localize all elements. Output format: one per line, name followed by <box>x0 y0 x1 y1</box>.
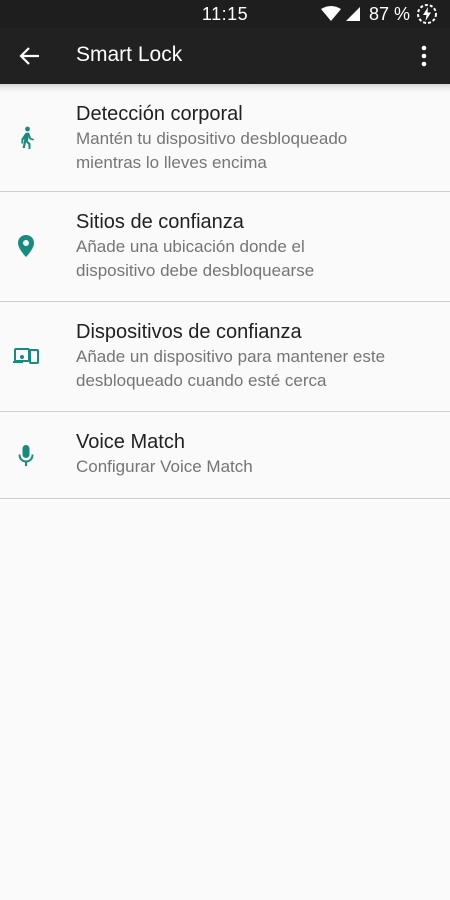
microphone-icon <box>12 442 40 470</box>
battery-percentage: 87 % <box>368 3 410 24</box>
smart-lock-options-list: Detección corporal Mantén tu dispositivo… <box>0 84 450 499</box>
list-item-trusted-places[interactable]: Sitios de confianza Añade una ubicación … <box>0 192 450 302</box>
item-text: Voice Match Configurar Voice Match <box>76 429 438 479</box>
item-title: Sitios de confianza <box>76 211 244 233</box>
app-bar: Smart Lock <box>0 28 450 84</box>
list-item-voice-match[interactable]: Voice Match Configurar Voice Match <box>0 412 450 499</box>
back-arrow-icon <box>19 47 39 65</box>
list-item-trusted-devices[interactable]: Dispositivos de confianza Añade un dispo… <box>0 302 450 412</box>
item-subtitle: Configurar Voice Match <box>76 455 438 479</box>
item-text: Detección corporal Mantén tu dispositivo… <box>76 101 438 175</box>
back-button[interactable] <box>14 40 46 72</box>
status-bar: 11:15 87 % <box>0 0 450 28</box>
item-subtitle-line: Configurar Voice Match <box>76 457 253 476</box>
wifi-icon <box>320 6 341 22</box>
item-title: Dispositivos de confianza <box>76 321 302 343</box>
item-subtitle-line: Añade una ubicación donde el <box>76 237 305 256</box>
cellular-signal-icon <box>345 6 361 22</box>
item-text: Sitios de confianza Añade una ubicación … <box>76 209 438 283</box>
item-subtitle: Añade un dispositivo para mantener este … <box>76 345 438 393</box>
item-title: Voice Match <box>76 431 185 453</box>
item-subtitle-line: Añade un dispositivo para mantener este <box>76 347 386 366</box>
devices-icon <box>12 342 40 370</box>
item-subtitle-line: desbloqueado cuando esté cerca <box>76 371 327 390</box>
more-options-button[interactable] <box>408 40 440 72</box>
item-subtitle-line: dispositivo debe desbloquearse <box>76 261 315 280</box>
list-item-on-body-detection[interactable]: Detección corporal Mantén tu dispositivo… <box>0 84 450 192</box>
status-icons: 87 % <box>320 2 438 26</box>
item-title: Detección corporal <box>76 103 243 125</box>
item-subtitle: Mantén tu dispositivo desbloqueado mient… <box>76 127 438 175</box>
item-subtitle: Añade una ubicación donde el dispositivo… <box>76 235 438 283</box>
item-subtitle-line: mientras lo lleves encima <box>76 153 267 172</box>
more-vert-icon <box>421 45 427 67</box>
location-pin-icon <box>12 232 40 260</box>
item-text: Dispositivos de confianza Añade un dispo… <box>76 319 438 393</box>
page-title: Smart Lock <box>76 43 183 66</box>
item-subtitle-line: Mantén tu dispositivo desbloqueado <box>76 129 348 148</box>
battery-charging-icon <box>416 3 438 25</box>
walking-person-icon <box>12 124 40 152</box>
